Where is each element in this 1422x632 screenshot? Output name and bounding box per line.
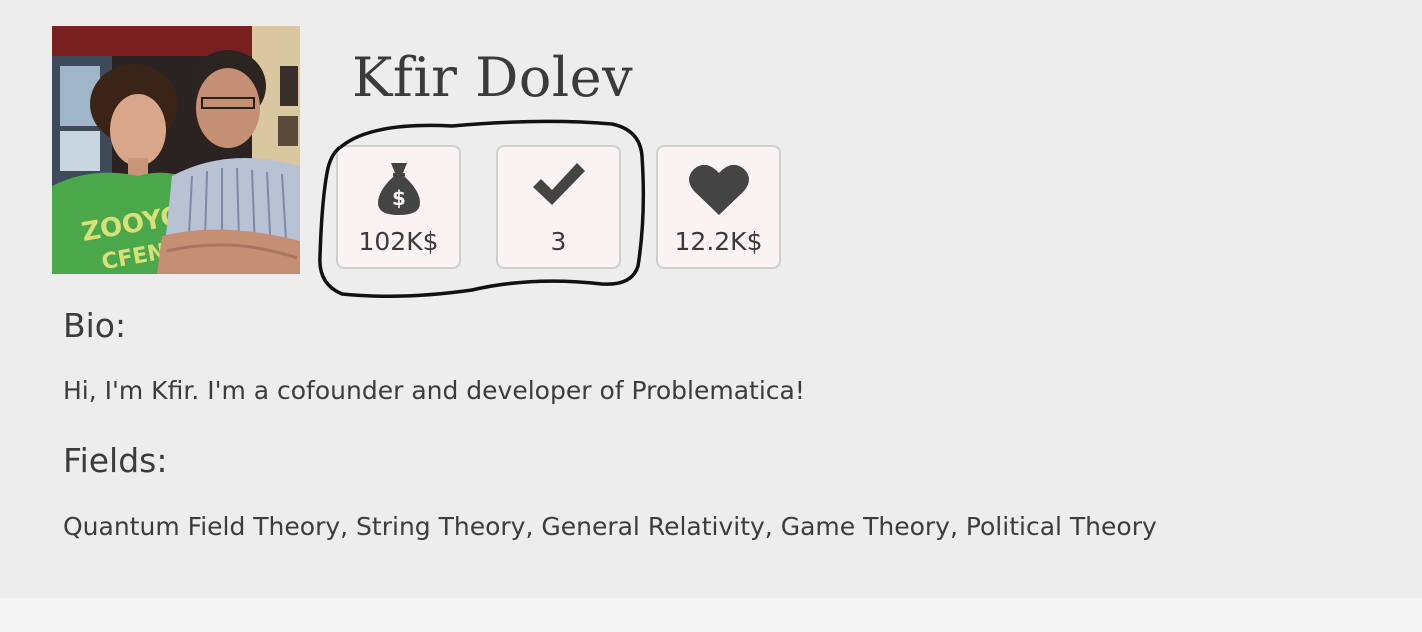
checkmark-icon xyxy=(532,163,585,205)
profile-name: Kfir Dolev xyxy=(352,46,634,109)
fields-heading: Fields: xyxy=(63,441,168,480)
solved-stat[interactable]: 3 xyxy=(496,145,621,269)
money-bag-icon: $ xyxy=(377,163,420,215)
fields-text: Quantum Field Theory, String Theory, Gen… xyxy=(63,512,1157,541)
profile-avatar: ZOOYOR CFEN xyxy=(52,26,300,274)
profile-card: ZOOYOR CFEN Kfir Dolev $ 102K$ 3 12.2K$ … xyxy=(0,0,1422,598)
footer-strip xyxy=(0,598,1422,632)
donated-value: 12.2K$ xyxy=(674,227,763,256)
solved-value: 3 xyxy=(550,227,567,256)
earnings-stat[interactable]: $ 102K$ xyxy=(336,145,461,269)
heart-icon xyxy=(688,164,749,215)
profile-photo: ZOOYOR CFEN xyxy=(52,26,300,274)
svg-text:$: $ xyxy=(392,186,406,210)
bio-heading: Bio: xyxy=(63,306,127,345)
earnings-value: 102K$ xyxy=(358,227,439,256)
donated-stat[interactable]: 12.2K$ xyxy=(656,145,781,269)
bio-text: Hi, I'm Kfir. I'm a cofounder and develo… xyxy=(63,376,805,405)
